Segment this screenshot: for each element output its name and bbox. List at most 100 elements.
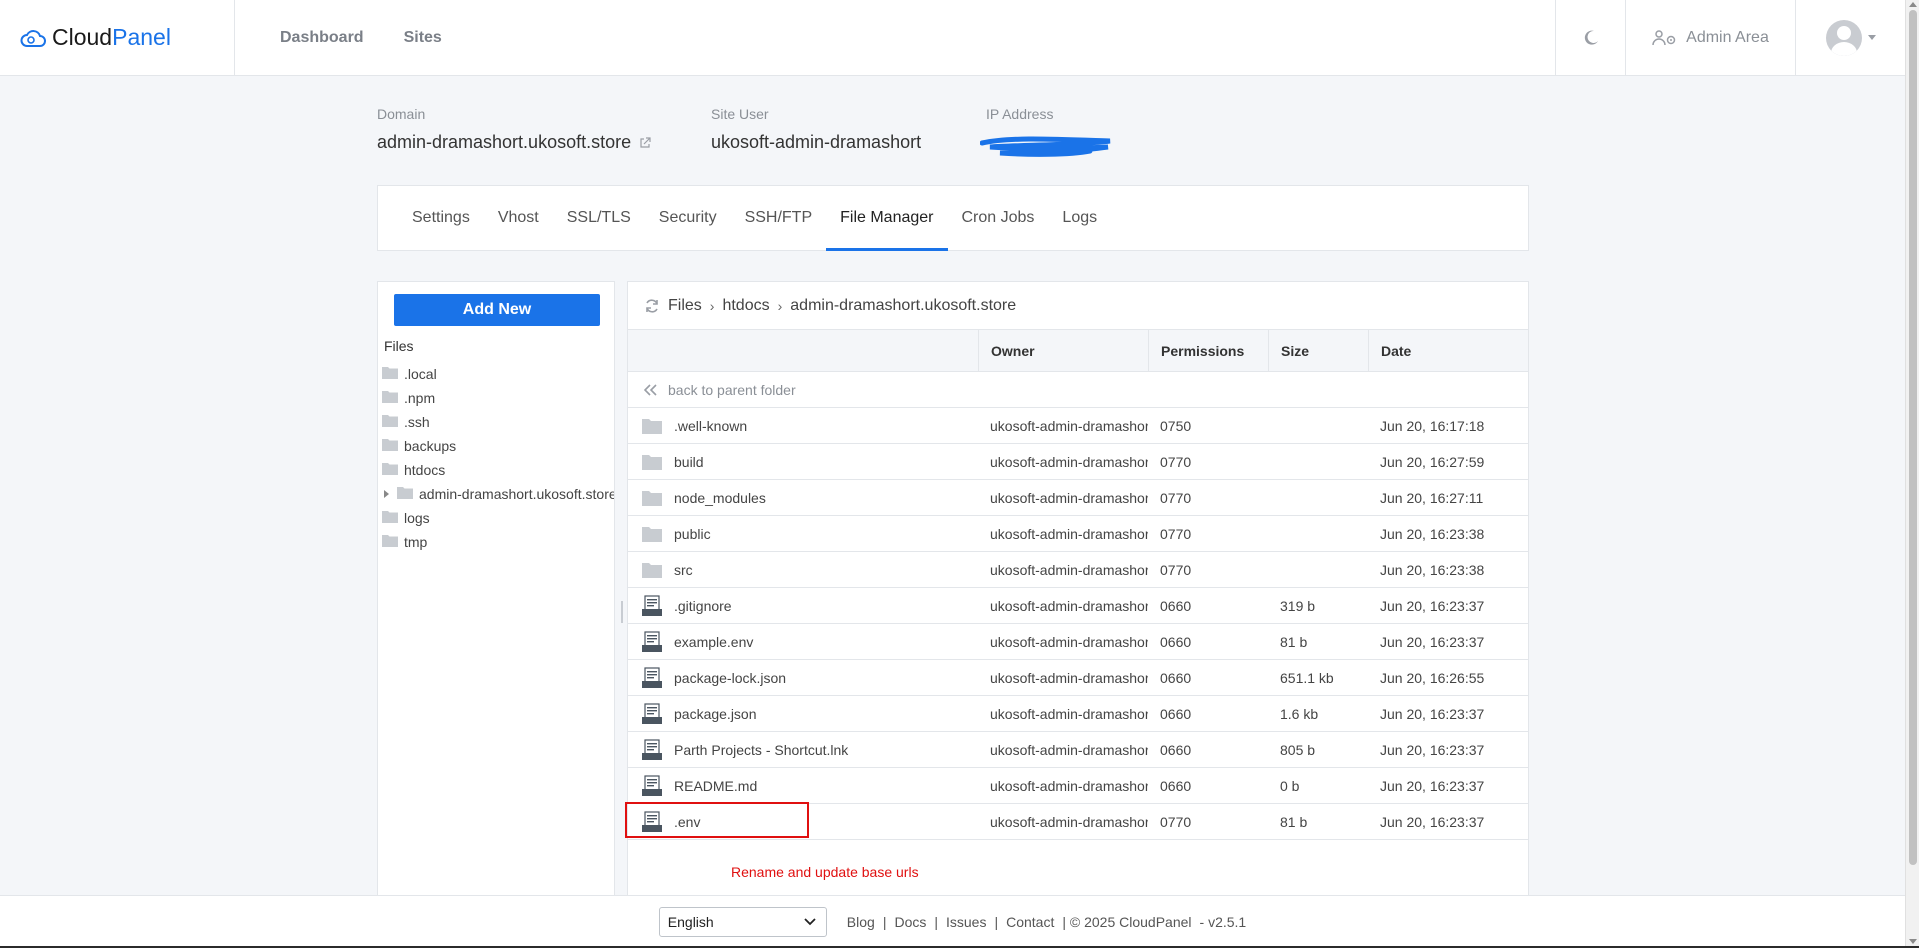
tree-item[interactable]: tmp — [378, 530, 614, 554]
footer-links: Blog | Docs | Issues | Contact | © 2025 … — [847, 914, 1246, 930]
page-scrollbar[interactable] — [1905, 0, 1919, 948]
ip-info: IP Address — [986, 106, 1053, 122]
tab-security[interactable]: Security — [645, 186, 731, 250]
cell-name[interactable]: README.md — [628, 768, 978, 804]
cell-name[interactable]: node_modules — [628, 480, 978, 516]
cell-name[interactable]: .gitignore — [628, 588, 978, 624]
tab-cron-jobs[interactable]: Cron Jobs — [948, 186, 1049, 250]
user-menu[interactable] — [1795, 0, 1905, 75]
top-header: Cloud Panel Dashboard Sites Admin Area — [0, 0, 1905, 76]
file-icon — [640, 774, 664, 797]
file-icon — [640, 810, 664, 833]
tree-item-label: backups — [404, 438, 457, 454]
cell-name[interactable]: package-lock.json — [628, 660, 978, 696]
cell-permissions: 0660 — [1160, 597, 1192, 614]
tab-ssh-ftp[interactable]: SSH/FTP — [731, 186, 827, 250]
file-name: node_modules — [674, 489, 766, 506]
tree-item-label: tmp — [404, 534, 428, 550]
table-row[interactable]: package-lock.json ukosoft-admin-dramashor… — [628, 660, 1528, 696]
tree-root-files[interactable]: Files — [384, 338, 414, 354]
table-header: Owner Permissions Size Date — [628, 329, 1528, 372]
cell-name[interactable]: .env — [628, 804, 978, 840]
file-icon — [640, 666, 664, 689]
scroll-up-icon[interactable] — [1909, 2, 1917, 7]
tree-item[interactable]: .ssh — [378, 410, 614, 434]
cell-name[interactable]: example.env — [628, 624, 978, 660]
back-to-parent-row[interactable]: back to parent folder — [628, 372, 1528, 408]
cell-name[interactable]: src — [628, 552, 978, 588]
cell-permissions: 0770 — [1160, 561, 1192, 578]
footer-divider: | — [994, 914, 999, 930]
header-date[interactable]: Date — [1368, 329, 1528, 372]
table-row[interactable]: example.env ukosoft-admin-dramashort 0660 8… — [628, 624, 1528, 660]
scroll-down-icon[interactable] — [1909, 939, 1917, 944]
footer-link-issues[interactable]: Issues — [946, 914, 986, 930]
cell-size: 1.6 kb — [1280, 705, 1319, 722]
tree-item[interactable]: htdocs — [378, 458, 614, 482]
table-row[interactable]: Parth Projects - Shortcut.lnk ukosoft-adm… — [628, 732, 1528, 768]
cell-name[interactable]: Parth Projects - Shortcut.lnk — [628, 732, 978, 768]
dark-mode-toggle[interactable] — [1555, 0, 1625, 75]
table-row[interactable]: node_modules ukosoft-admin-dramashort 0770… — [628, 480, 1528, 516]
tree-item[interactable]: admin-dramashort.ukosoft.store — [378, 482, 614, 506]
breadcrumb-files[interactable]: Files — [668, 297, 702, 315]
cell-name[interactable]: public — [628, 516, 978, 552]
language-select[interactable]: English — [658, 907, 827, 937]
cell-size: 805 b — [1280, 741, 1316, 758]
table-row[interactable]: build ukosoft-admin-dramashort 0770 Jun 20,… — [628, 444, 1528, 480]
tab-settings[interactable]: Settings — [398, 186, 484, 250]
table-row[interactable]: .env ukosoft-admin-dramashort 0770 81 b Jun … — [628, 804, 1528, 840]
header-permissions[interactable]: Permissions — [1148, 329, 1268, 372]
tree-item-label: logs — [404, 510, 430, 526]
table-row[interactable]: src ukosoft-admin-dramashort 0770 Jun 20, 1… — [628, 552, 1528, 588]
admin-area-link[interactable]: Admin Area — [1625, 0, 1795, 75]
cell-name[interactable]: build — [628, 444, 978, 480]
splitter-grip[interactable] — [621, 601, 623, 623]
scrollbar-thumb[interactable] — [1909, 10, 1917, 865]
folder-icon — [382, 366, 398, 382]
table-row[interactable]: public ukosoft-admin-dramashort 0770 Jun 20… — [628, 516, 1528, 552]
cell-name[interactable]: .well-known — [628, 408, 978, 444]
tab-logs[interactable]: Logs — [1048, 186, 1111, 250]
nav-dashboard[interactable]: Dashboard — [280, 29, 364, 47]
nav-sites[interactable]: Sites — [404, 29, 442, 47]
footer-link-contact[interactable]: Contact — [1006, 914, 1054, 930]
tree-item[interactable]: logs — [378, 506, 614, 530]
header-owner[interactable]: Owner — [978, 329, 1148, 372]
footer-link-docs[interactable]: Docs — [894, 914, 926, 930]
tree-item[interactable]: .local — [378, 362, 614, 386]
tab-file-manager[interactable]: File Manager — [826, 186, 948, 251]
tree-item-label: admin-dramashort.ukosoft.store — [419, 486, 614, 502]
add-new-button[interactable]: Add New — [394, 294, 600, 326]
folder-icon — [382, 390, 398, 406]
header-name[interactable] — [628, 330, 978, 372]
header-size[interactable]: Size — [1268, 329, 1368, 372]
tab-vhost[interactable]: Vhost — [484, 186, 553, 250]
avatar — [1825, 19, 1862, 56]
brand-logo[interactable]: Cloud Panel — [0, 0, 235, 75]
expand-arrow-icon[interactable] — [384, 490, 389, 498]
tree-item[interactable]: backups — [378, 434, 614, 458]
refresh-icon[interactable] — [644, 298, 660, 314]
back-to-parent-label: back to parent folder — [668, 381, 796, 398]
table-row[interactable]: README.md ukosoft-admin-dramashort 0660 0 b… — [628, 768, 1528, 804]
file-name: Parth Projects - Shortcut.lnk — [674, 741, 849, 758]
cell-size — [1268, 516, 1368, 552]
panel-splitter[interactable] — [617, 281, 627, 896]
folder-icon — [397, 486, 413, 502]
external-link-icon[interactable] — [639, 136, 651, 149]
cell-name[interactable]: package.json — [628, 696, 978, 732]
footer-link-blog[interactable]: Blog — [847, 914, 875, 930]
cell-permissions: 0770 — [1160, 453, 1192, 470]
tree-item-label: .npm — [404, 390, 436, 406]
tab-ssl-tls[interactable]: SSL/TLS — [553, 186, 645, 250]
table-row[interactable]: .well-known ukosoft-admin-dramashort 0750 J… — [628, 408, 1528, 444]
breadcrumb-current[interactable]: admin-dramashort.ukosoft.store — [790, 297, 1016, 315]
file-name: package.json — [674, 705, 757, 722]
table-row[interactable]: package.json ukosoft-admin-dramashort 0660… — [628, 696, 1528, 732]
table-row[interactable]: .gitignore ukosoft-admin-dramashort 0660 31… — [628, 588, 1528, 624]
cell-permissions: 0660 — [1160, 705, 1192, 722]
folder-icon — [640, 490, 664, 506]
tree-item[interactable]: .npm — [378, 386, 614, 410]
breadcrumb-htdocs[interactable]: htdocs — [722, 297, 769, 315]
